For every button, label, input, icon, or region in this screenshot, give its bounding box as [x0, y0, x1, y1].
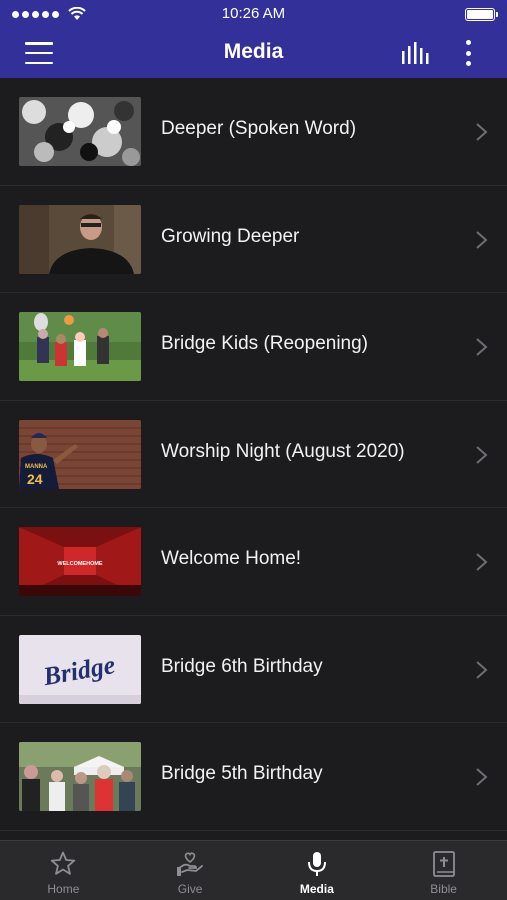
tab-media[interactable]: Media — [254, 841, 381, 900]
chevron-right-icon — [476, 445, 488, 464]
chevron-right-icon — [476, 123, 488, 141]
media-item-title: Worship Night (August 2020) — [161, 440, 405, 462]
media-list-item[interactable]: WELCOMEHOME Welcome Home! — [0, 508, 507, 616]
jersey-number: 24 — [27, 471, 43, 487]
chevron-right-icon — [476, 553, 488, 571]
media-item-title: Bridge 5th Birthday — [161, 763, 323, 784]
chevron-right-icon — [476, 338, 488, 356]
media-item-title: Growing Deeper — [161, 225, 300, 247]
media-thumbnail: MANNA 24 — [19, 419, 141, 489]
dot — [465, 40, 471, 45]
star-icon — [51, 851, 76, 875]
page-title: Media — [223, 40, 284, 63]
media-list-item[interactable]: Bridge Bridge 6th Birthday — [0, 616, 507, 723]
media-thumbnail — [19, 97, 141, 166]
media-list: Deeper (Spoken Word) Growing Deeper Brid… — [0, 78, 507, 840]
chevron-right-icon — [476, 768, 488, 786]
tab-home[interactable]: Home — [0, 841, 127, 900]
media-item-title: Welcome Home! — [161, 548, 302, 569]
battery-icon — [465, 7, 498, 21]
media-thumbnail: WELCOMEHOME — [19, 527, 141, 596]
dot — [465, 61, 471, 66]
media-list-item[interactable]: Bridge 5th Birthday — [0, 723, 507, 831]
chevron-right-icon — [476, 230, 488, 249]
tab-label: Home — [47, 882, 80, 896]
media-thumbnail: Bridge — [19, 634, 141, 704]
media-list-item[interactable]: Bridge Kids (Reopening) — [0, 293, 507, 401]
tab-give[interactable]: Give — [127, 841, 254, 900]
jersey-name: MANNA — [25, 464, 48, 470]
status-bar: 10:26 AM — [0, 0, 507, 28]
microphone-icon — [307, 852, 326, 876]
chevron-right-icon — [476, 660, 488, 679]
media-thumbnail — [19, 204, 141, 274]
tab-bible[interactable]: Bible — [380, 841, 507, 900]
media-thumbnail — [19, 742, 141, 811]
media-list-item[interactable]: Deeper (Spoken Word) — [0, 78, 507, 186]
tab-label: Bible — [430, 882, 457, 896]
media-item-title: Bridge Kids (Reopening) — [161, 333, 369, 354]
welcome-home-text: WELCOMEHOME — [57, 561, 103, 567]
header-bar: Media — [0, 28, 507, 78]
media-item-title: Bridge 6th Birthday — [161, 655, 323, 677]
tab-label: Give — [177, 882, 203, 896]
status-time: 10:26 AM — [221, 5, 286, 22]
media-list-item[interactable]: MANNA 24 Worship Night (August 2020) — [0, 401, 507, 508]
media-thumbnail — [19, 312, 141, 381]
audio-equalizer-button[interactable] — [400, 42, 430, 64]
more-options-button[interactable] — [458, 40, 478, 66]
media-list-item[interactable]: Growing Deeper — [0, 186, 507, 293]
media-item-title: Deeper (Spoken Word) — [161, 118, 357, 139]
dot — [465, 50, 471, 56]
bottom-tab-bar: Home Give Media Bible — [0, 840, 507, 900]
bible-icon — [432, 851, 455, 877]
give-hand-heart-icon — [177, 852, 204, 876]
tab-label: Media — [299, 882, 334, 896]
